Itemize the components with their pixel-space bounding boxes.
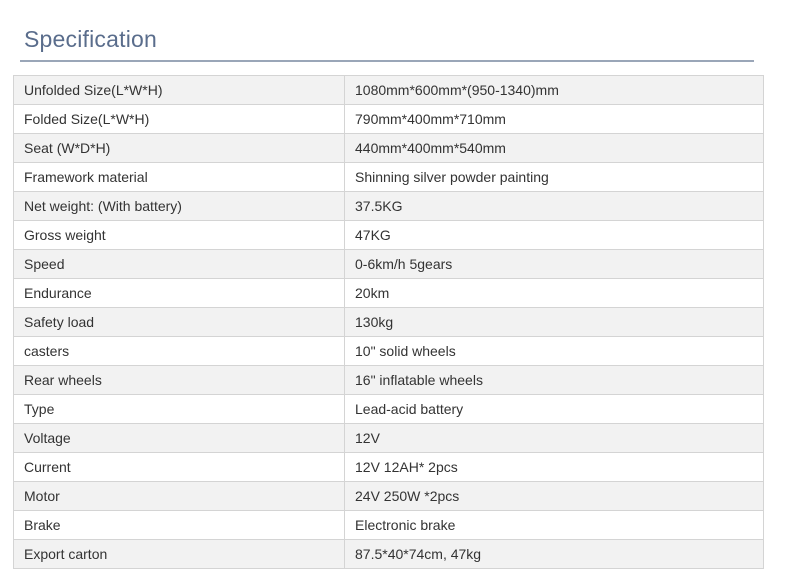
spec-label: Type bbox=[13, 394, 345, 424]
table-row: Type Lead-acid battery bbox=[13, 394, 764, 424]
spec-value: 16" inflatable wheels bbox=[344, 365, 764, 395]
spec-value: 1080mm*600mm*(950-1340)mm bbox=[344, 75, 764, 105]
spec-value: 790mm*400mm*710mm bbox=[344, 104, 764, 134]
spec-label: casters bbox=[13, 336, 345, 366]
spec-value: 12V 12AH* 2pcs bbox=[344, 452, 764, 482]
table-row: Motor 24V 250W *2pcs bbox=[13, 481, 764, 511]
spec-label: Unfolded Size(L*W*H) bbox=[13, 75, 345, 105]
specification-table: Unfolded Size(L*W*H) 1080mm*600mm*(950-13… bbox=[13, 75, 764, 569]
spec-value: 20km bbox=[344, 278, 764, 308]
spec-value: 130kg bbox=[344, 307, 764, 337]
table-row: Framework material Shinning silver powder… bbox=[13, 162, 764, 192]
table-row: Folded Size(L*W*H) 790mm*400mm*710mm bbox=[13, 104, 764, 134]
spec-value: Lead-acid battery bbox=[344, 394, 764, 424]
table-row: Export carton 87.5*40*74cm, 47kg bbox=[13, 539, 764, 569]
spec-value: 0-6km/h 5gears bbox=[344, 249, 764, 279]
spec-label: Rear wheels bbox=[13, 365, 345, 395]
spec-label: Seat (W*D*H) bbox=[13, 133, 345, 163]
spec-label: Voltage bbox=[13, 423, 345, 453]
specification-table-body: Unfolded Size(L*W*H) 1080mm*600mm*(950-13… bbox=[13, 75, 764, 569]
spec-label: Export carton bbox=[13, 539, 345, 569]
spec-label: Framework material bbox=[13, 162, 345, 192]
spec-value: Electronic brake bbox=[344, 510, 764, 540]
spec-value: 10" solid wheels bbox=[344, 336, 764, 366]
table-row: Current 12V 12AH* 2pcs bbox=[13, 452, 764, 482]
spec-value: 37.5KG bbox=[344, 191, 764, 221]
table-row: Speed 0-6km/h 5gears bbox=[13, 249, 764, 279]
title-divider bbox=[20, 60, 754, 62]
table-row: Net weight: (With battery) 37.5KG bbox=[13, 191, 764, 221]
spec-label: Folded Size(L*W*H) bbox=[13, 104, 345, 134]
table-row: casters 10" solid wheels bbox=[13, 336, 764, 366]
section-title: Specification bbox=[24, 26, 158, 52]
table-row: Seat (W*D*H) 440mm*400mm*540mm bbox=[13, 133, 764, 163]
table-row: Voltage 12V bbox=[13, 423, 764, 453]
table-row: Endurance 20km bbox=[13, 278, 764, 308]
spec-value: 440mm*400mm*540mm bbox=[344, 133, 764, 163]
table-row: Brake Electronic brake bbox=[13, 510, 764, 540]
spec-label: Gross weight bbox=[13, 220, 345, 250]
spec-label: Brake bbox=[13, 510, 345, 540]
table-row: Safety load 130kg bbox=[13, 307, 764, 337]
spec-label: Motor bbox=[13, 481, 345, 511]
spec-label: Speed bbox=[13, 249, 345, 279]
spec-value: 47KG bbox=[344, 220, 764, 250]
table-row: Rear wheels 16" inflatable wheels bbox=[13, 365, 764, 395]
spec-label: Current bbox=[13, 452, 345, 482]
spec-label: Endurance bbox=[13, 278, 345, 308]
spec-value: 24V 250W *2pcs bbox=[344, 481, 764, 511]
spec-label: Safety load bbox=[13, 307, 345, 337]
spec-value: Shinning silver powder painting bbox=[344, 162, 764, 192]
spec-value: 12V bbox=[344, 423, 764, 453]
spec-value: 87.5*40*74cm, 47kg bbox=[344, 539, 764, 569]
table-row: Unfolded Size(L*W*H) 1080mm*600mm*(950-13… bbox=[13, 75, 764, 105]
table-row: Gross weight 47KG bbox=[13, 220, 764, 250]
spec-label: Net weight: (With battery) bbox=[13, 191, 345, 221]
